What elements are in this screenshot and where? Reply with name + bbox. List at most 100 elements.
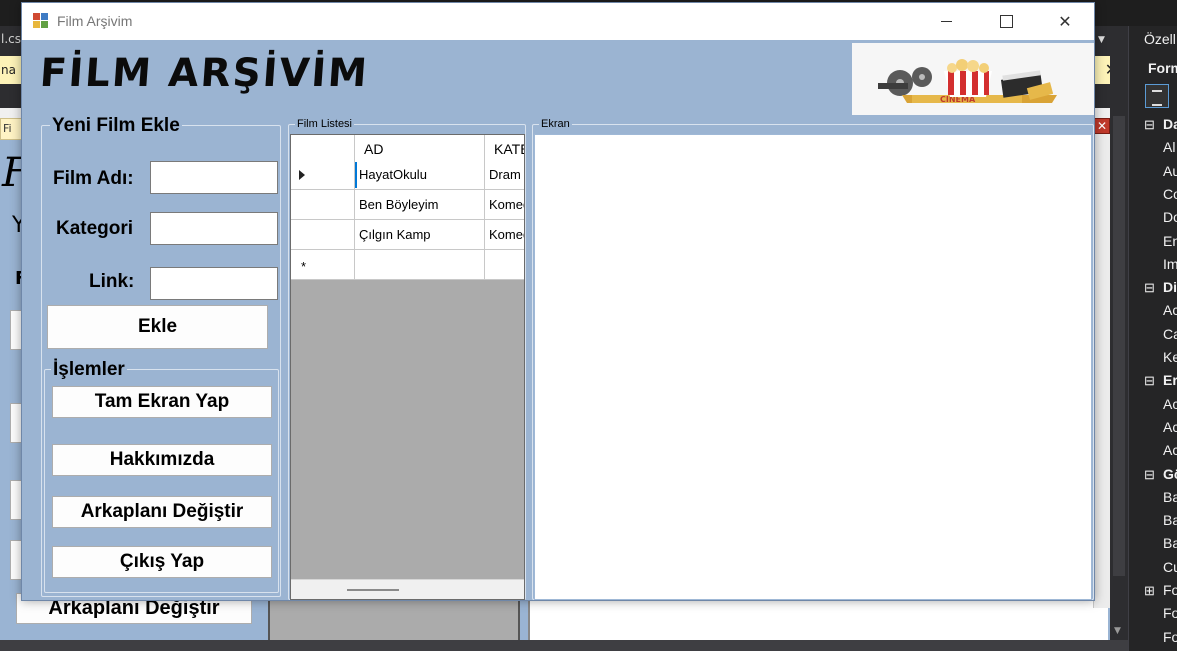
designer-close-icon[interactable]: ✕	[1094, 118, 1110, 134]
property-row[interactable]: Co	[1144, 183, 1177, 206]
kategori-input[interactable]	[150, 212, 278, 245]
maximize-button[interactable]	[977, 3, 1035, 40]
designer-form-edge	[1093, 118, 1110, 608]
property-row[interactable]: Ba	[1144, 532, 1177, 555]
property-name: Au	[1163, 162, 1177, 179]
cell-ad[interactable]: Ben Böyleyim	[355, 190, 485, 220]
cell-kategori[interactable]: Komedi	[485, 220, 524, 250]
arkaplani-degistir-button[interactable]: Arkaplanı Değiştir	[52, 496, 272, 528]
film-adi-label: Film Adı:	[53, 168, 134, 189]
categorized-view-icon[interactable]	[1145, 84, 1169, 108]
property-name: Ac	[1163, 395, 1177, 412]
row-header[interactable]	[291, 220, 355, 250]
property-name: Cu	[1163, 558, 1177, 575]
new-row[interactable]: *	[291, 250, 524, 280]
property-name: Al	[1163, 139, 1176, 156]
new-row-marker: *	[301, 259, 307, 274]
property-row[interactable]: Ac	[1144, 393, 1177, 416]
cikis-yap-button[interactable]: Çıkış Yap	[52, 546, 272, 578]
collapse-icon[interactable]: ⊟	[1144, 369, 1155, 392]
title-bar[interactable]: Film Arşivim ✕	[22, 3, 1094, 40]
property-name: Do	[1163, 209, 1177, 226]
cell-kategori[interactable]: Komedi	[485, 190, 524, 220]
property-row[interactable]: Au	[1144, 160, 1177, 183]
property-row[interactable]: Cu	[1144, 556, 1177, 579]
ekle-button[interactable]: Ekle	[47, 305, 268, 349]
row-header[interactable]	[291, 160, 355, 190]
property-name: Gö	[1163, 465, 1177, 482]
designer-tab[interactable]: Fi	[0, 118, 22, 140]
hakkimizda-button[interactable]: Hakkımızda	[52, 444, 272, 476]
grid-horizontal-scrollbar[interactable]	[291, 579, 524, 599]
property-name: Er	[1163, 372, 1177, 389]
film-adi-input[interactable]	[150, 161, 278, 194]
row-header[interactable]: *	[291, 250, 355, 280]
property-name: Ca	[1163, 325, 1177, 342]
collapse-icon[interactable]: ⊟	[1144, 276, 1155, 299]
property-row[interactable]: Ac	[1144, 299, 1177, 322]
property-category[interactable]: ⊟ Gö	[1144, 463, 1177, 486]
property-row[interactable]: Do	[1144, 206, 1177, 229]
ide-document-tab[interactable]: l.cs	[0, 28, 22, 50]
property-row[interactable]: Fo	[1144, 602, 1177, 625]
property-name: Im	[1163, 255, 1177, 272]
property-name: Ba	[1163, 488, 1177, 505]
ide-vertical-scrollbar[interactable]: ▼	[1110, 26, 1128, 640]
property-category[interactable]: ⊟ Da	[1144, 113, 1177, 136]
property-row[interactable]: Ke	[1144, 346, 1177, 369]
app-icon	[33, 13, 49, 29]
table-row[interactable]: HayatOkulu Dram	[291, 160, 524, 190]
scroll-down-icon[interactable]: ▼	[1114, 626, 1121, 636]
property-row[interactable]: Fo	[1144, 626, 1177, 649]
ekran-label: Ekran	[539, 118, 572, 130]
scrollbar-thumb[interactable]	[1113, 116, 1125, 576]
property-row[interactable]: En	[1144, 230, 1177, 253]
properties-object-name[interactable]: Form	[1148, 60, 1177, 76]
property-name: Fo	[1163, 605, 1177, 622]
close-button[interactable]: ✕	[1036, 3, 1094, 40]
cinema-banner-image: CINEMA	[852, 43, 1094, 115]
kategori-label: Kategori	[56, 218, 134, 239]
yeni-film-ekle-label: Yeni Film Ekle	[50, 115, 182, 137]
ekran-display-area[interactable]	[534, 134, 1092, 600]
table-row[interactable]: Ben Böyleyim Komedi	[291, 190, 524, 220]
app-logo-title: FİLM ARŞİVİM	[38, 51, 371, 96]
cell-kategori[interactable]: Dram	[485, 160, 524, 190]
window-title: Film Arşivim	[57, 13, 133, 29]
ide-bottom-bar	[0, 640, 1128, 651]
cell-kategori[interactable]	[485, 250, 524, 280]
collapse-icon[interactable]: ⊟	[1144, 463, 1155, 486]
property-row[interactable]: Ca	[1144, 323, 1177, 346]
film-list-grid[interactable]: AD KATEGORİ HayatOkulu Dram Ben Böyleyim…	[290, 134, 525, 600]
dropdown-arrow-icon[interactable]: ▼	[1098, 35, 1105, 45]
islemler-label: İşlemler	[51, 359, 127, 381]
property-name: Ba	[1163, 535, 1177, 552]
row-header[interactable]	[291, 190, 355, 220]
link-input[interactable]	[150, 267, 278, 300]
property-row[interactable]: ⊞ Fo	[1144, 579, 1177, 602]
property-name: Fo	[1163, 582, 1177, 598]
designer-grid	[268, 600, 520, 640]
property-row[interactable]: Im	[1144, 253, 1177, 276]
property-name: En	[1163, 232, 1177, 249]
table-row[interactable]: Çılgın Kamp Komedi	[291, 220, 524, 250]
property-row[interactable]: Ba	[1144, 509, 1177, 532]
cell-focus-marker	[355, 162, 357, 188]
tam-ekran-yap-button[interactable]: Tam Ekran Yap	[52, 386, 272, 418]
property-row[interactable]: Ba	[1144, 486, 1177, 509]
property-row[interactable]: Ac	[1144, 416, 1177, 439]
minimize-button[interactable]	[918, 3, 976, 40]
property-row[interactable]: Al	[1144, 136, 1177, 159]
expand-icon[interactable]: ⊞	[1144, 579, 1155, 602]
cell-ad[interactable]: Çılgın Kamp	[355, 220, 485, 250]
property-name: Co	[1163, 185, 1177, 202]
cell-ad[interactable]: HayatOkulu	[355, 160, 485, 190]
property-category[interactable]: ⊟ Er	[1144, 369, 1177, 392]
scrollbar-thumb[interactable]	[347, 589, 399, 591]
property-name: Ke	[1163, 349, 1177, 365]
cell-ad[interactable]	[355, 250, 485, 280]
designer-ekran	[528, 600, 1108, 640]
property-row[interactable]: Ac	[1144, 439, 1177, 462]
property-category[interactable]: ⊟ Di	[1144, 276, 1177, 299]
collapse-icon[interactable]: ⊟	[1144, 113, 1155, 136]
